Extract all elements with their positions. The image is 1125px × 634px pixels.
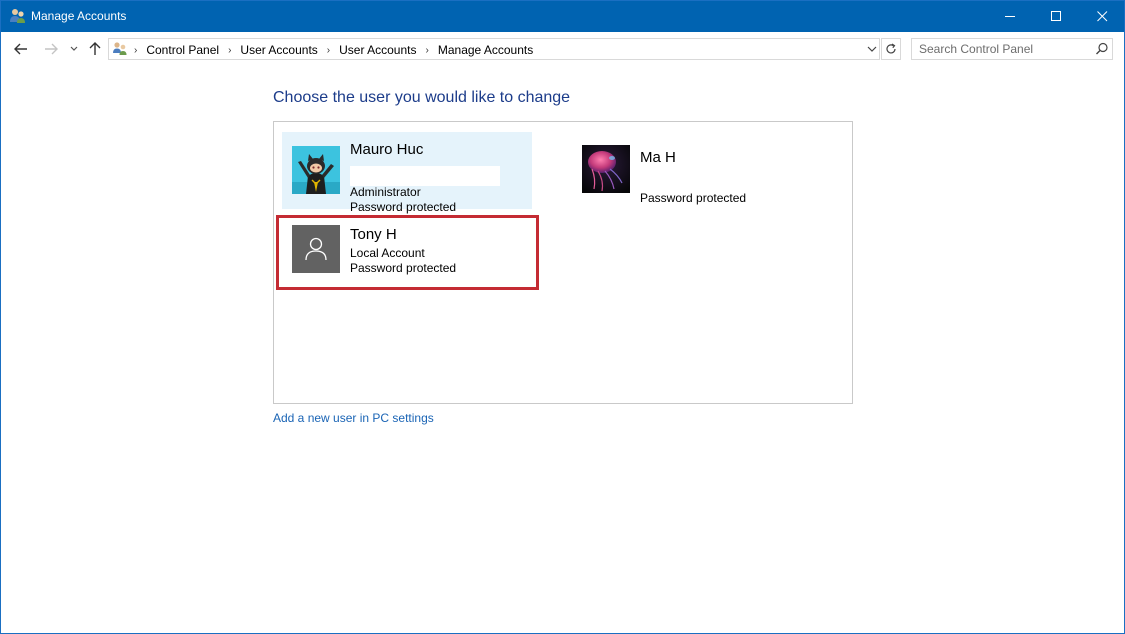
maximize-icon (1050, 11, 1061, 21)
account-tile-ma-h[interactable]: Ma H Password protected (572, 132, 822, 209)
account-status: Password protected (350, 200, 457, 214)
recent-locations-button[interactable] (67, 40, 81, 58)
avatar (582, 145, 630, 193)
account-type: Administrator (350, 185, 421, 199)
maximize-button[interactable] (1033, 1, 1079, 32)
manage-accounts-window: Manage Accounts › Control Panel › User A… (0, 0, 1125, 634)
default-user-icon (305, 237, 327, 261)
avatar (292, 225, 340, 273)
navigation-bar: › Control Panel › User Accounts › User A… (1, 32, 1124, 66)
address-dropdown-icon[interactable] (865, 42, 879, 56)
up-button[interactable] (86, 40, 104, 58)
window-title: Manage Accounts (31, 9, 127, 23)
account-type: Local Account (350, 246, 425, 260)
account-tile-mauro-huc[interactable]: Mauro Huc Administrator Password protect… (282, 132, 532, 214)
chevron-right-icon[interactable]: › (426, 45, 429, 56)
back-button[interactable] (11, 40, 31, 58)
close-button[interactable] (1079, 1, 1125, 32)
chevron-right-icon: › (134, 44, 138, 56)
breadcrumb-control-panel[interactable]: Control Panel (146, 43, 219, 57)
user-accounts-icon (10, 9, 25, 23)
breadcrumb-manage-accounts[interactable]: Manage Accounts (438, 43, 533, 57)
address-bar[interactable]: › Control Panel › User Accounts › User A… (108, 38, 880, 60)
account-tile-tony-h[interactable]: Tony H Local Account Password protected (276, 215, 539, 290)
forward-button[interactable] (41, 40, 61, 58)
minimize-icon (1004, 16, 1015, 17)
page-title: Choose the user you would like to change (273, 89, 571, 106)
account-name: Mauro Huc (350, 141, 424, 158)
arrow-up-icon (89, 42, 101, 55)
refresh-icon (886, 43, 896, 54)
account-status: Password protected (640, 191, 747, 205)
jellyfish-avatar-icon (582, 145, 630, 193)
arrow-right-icon (45, 43, 58, 55)
avatar (292, 146, 340, 194)
chevron-right-icon[interactable]: › (327, 45, 330, 56)
add-new-user-link[interactable]: Add a new user in PC settings (273, 411, 434, 425)
control-panel-icon (113, 42, 127, 55)
chevron-down-icon (70, 46, 78, 51)
breadcrumb-user-accounts-sub[interactable]: User Accounts (339, 43, 416, 57)
close-icon (1096, 11, 1107, 22)
search-box (911, 38, 1113, 60)
minimize-button[interactable] (987, 1, 1033, 32)
user-accounts-list: Mauro Huc Administrator Password protect… (273, 121, 853, 404)
account-name: Tony H (350, 226, 397, 243)
title-bar[interactable]: Manage Accounts (1, 1, 1124, 32)
arrow-left-icon (14, 43, 27, 55)
search-input[interactable] (912, 39, 1092, 59)
octocat-avatar-icon (292, 146, 340, 194)
account-status: Password protected (350, 261, 457, 275)
account-name: Ma H (640, 149, 676, 166)
refresh-button[interactable] (881, 38, 901, 60)
redacted-email-field (350, 166, 500, 186)
breadcrumb-user-accounts[interactable]: User Accounts (240, 43, 317, 57)
breadcrumb: › Control Panel › User Accounts › User A… (134, 43, 533, 57)
search-icon[interactable] (1095, 42, 1109, 56)
chevron-right-icon[interactable]: › (228, 45, 231, 56)
